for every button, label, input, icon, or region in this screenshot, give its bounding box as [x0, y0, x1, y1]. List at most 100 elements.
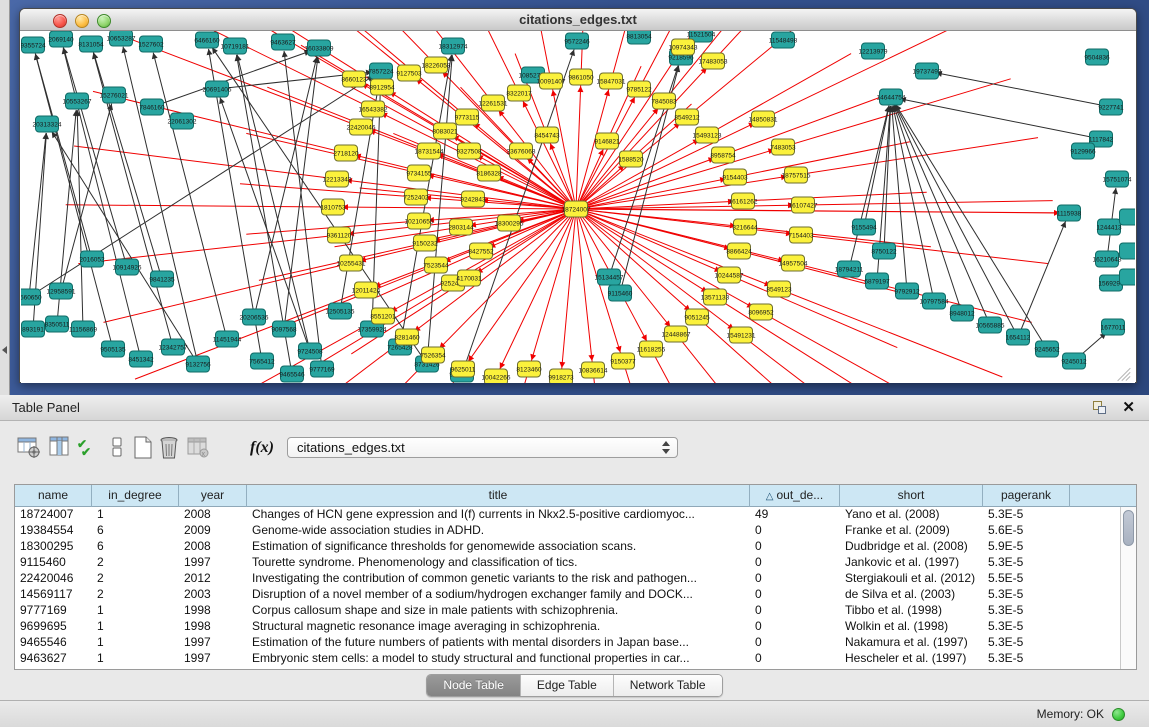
column-header-pagerank[interactable]: pagerank [983, 485, 1070, 507]
table-row[interactable]: 969969511998Structural magnetic resonanc… [15, 619, 1120, 635]
table-row[interactable]: 1456911722003Disruption of a novel membe… [15, 587, 1120, 603]
table-row[interactable]: 977716911998Corpus callosum shape and si… [15, 603, 1120, 619]
cell-name: 18724007 [15, 507, 92, 523]
table-row[interactable]: 911546021997Tourette syndrome. Phenomeno… [15, 555, 1120, 571]
node-label: 16033809 [305, 45, 334, 52]
close-panel-icon[interactable]: ✕ [1122, 398, 1135, 416]
table-selector[interactable]: citations_edges.txt [287, 437, 678, 458]
new-table-icon[interactable] [130, 435, 156, 461]
node-label: 8454743 [534, 132, 560, 139]
node-label: 20691406 [203, 86, 232, 93]
window-titlebar[interactable]: citations_edges.txt [20, 9, 1136, 31]
cell-year: 1997 [179, 555, 247, 571]
node-label: 11618255 [637, 346, 666, 353]
node-label: 9245012 [1061, 358, 1087, 365]
table-row[interactable]: 1872400712008Changes of HCN gene express… [15, 507, 1120, 523]
function-builder-icon[interactable]: f(x) [250, 435, 280, 461]
column-header-title[interactable]: title [247, 485, 750, 507]
node-label: 8549123 [766, 286, 792, 293]
node-label: 4170031 [456, 275, 482, 282]
node-label: 23676068 [507, 148, 536, 155]
scrollbar-thumb[interactable] [1123, 510, 1134, 546]
node-label: 9463627 [270, 39, 296, 46]
float-panel-icon[interactable] [1093, 401, 1107, 415]
node-label: 9245652 [1034, 346, 1060, 353]
cell-in_degree: 1 [92, 507, 179, 523]
table-row[interactable]: 1938455462009Genome-wide association stu… [15, 523, 1120, 539]
unselect-all-icon[interactable] [105, 435, 131, 461]
svg-text:✔: ✔ [81, 445, 91, 459]
node-label: 15134457 [595, 274, 624, 281]
node-label: 18312974 [439, 43, 468, 50]
delete-table-icon[interactable] [156, 435, 182, 461]
cell-year: 1997 [179, 635, 247, 651]
network-node[interactable] [1120, 269, 1136, 285]
memory-status-label: Memory: OK [1037, 701, 1104, 727]
divider-collapse-arrow[interactable] [2, 346, 7, 354]
cell-out_degree: 0 [750, 603, 840, 619]
node-label: 15491231 [727, 332, 756, 339]
cell-year: 2008 [179, 539, 247, 555]
node-label: 9051245 [684, 314, 710, 321]
node-label: 1244413 [1096, 224, 1122, 231]
tab-network-table[interactable]: Network Table [614, 675, 722, 696]
node-label: 10255431 [337, 260, 366, 267]
resize-grip[interactable] [1117, 367, 1133, 381]
node-label: 7857224 [368, 68, 394, 75]
sort-asc-icon: △ [766, 491, 774, 502]
network-graph[interactable]: 9355724206914081310541065328715276026466… [21, 31, 1135, 383]
column-header-in_degree[interactable]: in_degree [92, 485, 179, 507]
node-label: 13571133 [701, 294, 730, 301]
cell-title: Changes of HCN gene expression and I(f) … [247, 507, 750, 523]
tab-edge-table[interactable]: Edge Table [521, 675, 614, 696]
delete-column-icon[interactable]: x [185, 435, 211, 461]
node-label: 17483053 [699, 58, 728, 65]
cell-year: 1997 [179, 651, 247, 667]
node-label: 9132756 [185, 361, 211, 368]
node-label: 14644754 [877, 94, 906, 101]
vertical-scrollbar[interactable] [1120, 507, 1136, 669]
node-label: 8427552 [468, 248, 494, 255]
node-label: 6879197 [864, 278, 890, 285]
cell-pagerank: 5.9E-5 [983, 539, 1070, 555]
table-mode-icon[interactable] [16, 435, 42, 461]
column-header-out_degree[interactable]: △out_de... [750, 485, 840, 507]
cell-name: 22420046 [15, 571, 92, 587]
node-label: 8350511 [45, 321, 70, 328]
node-label: 9154403 [722, 174, 748, 181]
select-all-icon[interactable]: ✔✔ [76, 435, 102, 461]
table-row[interactable]: 1830029562008Estimation of significance … [15, 539, 1120, 555]
column-header-year[interactable]: year [179, 485, 247, 507]
node-label: 9227741 [1098, 104, 1124, 111]
table-row[interactable]: 946362711997Embryonic stem cells: a mode… [15, 651, 1120, 667]
node-label: 8186328 [476, 170, 502, 177]
table-panel: Table Panel ✕ ✔✔ x f(x) citations_edges.… [0, 395, 1149, 700]
network-canvas[interactable]: 9355724206914081310541065328715276026466… [21, 31, 1135, 383]
node-label: 8958754 [710, 152, 736, 159]
table-row[interactable]: 2242004622012Investigating the contribut… [15, 571, 1120, 587]
column-header-short[interactable]: short [840, 485, 983, 507]
node-label: 9150377 [610, 358, 636, 365]
table-row[interactable]: 946554611997Estimation of the future num… [15, 635, 1120, 651]
node-label: 1527602 [138, 41, 164, 48]
cell-short: Nakamura et al. (1997) [840, 635, 983, 651]
tab-node-table[interactable]: Node Table [427, 675, 521, 696]
node-label: 8083021 [432, 128, 458, 135]
cell-pagerank: 5.3E-5 [983, 619, 1070, 635]
column-header-name[interactable]: name [15, 485, 92, 507]
show-columns-icon[interactable] [47, 435, 73, 461]
node-label: 12505135 [326, 308, 355, 315]
cell-in_degree: 6 [92, 539, 179, 555]
cell-short: Tibbo et al. (1998) [840, 603, 983, 619]
node-label: 9792912 [894, 288, 920, 295]
cell-in_degree: 2 [92, 555, 179, 571]
cell-out_degree: 0 [750, 571, 840, 587]
network-node[interactable] [1120, 243, 1136, 259]
network-window[interactable]: citations_edges.txt 93557242069140813105… [19, 8, 1137, 383]
network-desktop: citations_edges.txt 93557242069140813105… [0, 0, 1149, 395]
node-label: 12261531 [479, 100, 508, 107]
network-node[interactable] [1120, 209, 1136, 225]
control-panel-divider[interactable] [0, 0, 10, 395]
node-label: 8123460 [516, 366, 542, 373]
cell-pagerank: 5.3E-5 [983, 555, 1070, 571]
